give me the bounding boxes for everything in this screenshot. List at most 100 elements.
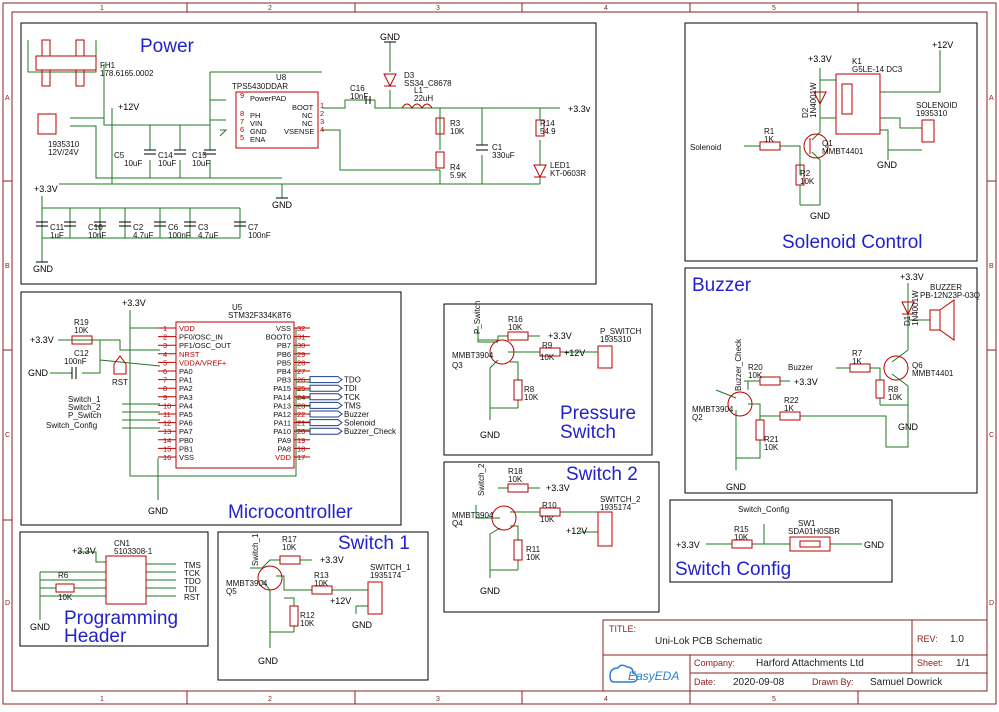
u8-pins: PowerPAD PH VIN GND ENA BOOT NC NC VSENS…: [240, 91, 324, 144]
zone-col-4: 4: [604, 5, 608, 12]
r19-val: 10K: [74, 326, 89, 335]
switch1-gnd: GND: [258, 656, 279, 666]
tb-drawn: Samuel Dowrick: [870, 677, 943, 688]
u8-num-9: 9: [240, 91, 244, 100]
switch2-conn-part: 1935174: [600, 503, 632, 512]
mcu-r19-v33: +3.3V: [30, 335, 54, 345]
r16-val: 10K: [508, 323, 523, 332]
u8-pin-ena: ENA: [250, 135, 265, 144]
r13-val: 10K: [314, 579, 329, 588]
r22-body: [779, 411, 801, 421]
solenoid-conn-part: 1935310: [916, 109, 948, 118]
cn1-part: 5103308-1: [114, 547, 153, 556]
switch-config-gnd: GND: [864, 540, 885, 550]
switch2-title: Switch 2: [566, 464, 638, 485]
c1-val: 330uF: [492, 151, 515, 160]
zone-row-d: D: [5, 600, 10, 607]
mcu-v33: +3.3V: [122, 298, 146, 308]
pressure-v12: +12V: [564, 348, 585, 358]
c14-val: 10uF: [158, 159, 176, 168]
zone-col-5-bottom: 5: [772, 696, 776, 703]
u8-pin-vsense: VSENSE: [284, 127, 314, 136]
buzzer-check-net: Buzzer_Check: [734, 338, 743, 391]
zone-col-1: 1: [100, 5, 104, 12]
r4-body: [435, 151, 445, 169]
c10-val: 10nF: [88, 231, 106, 240]
r20-val: 10K: [748, 371, 763, 380]
sw1-part: SDA01H0SBR: [788, 527, 840, 536]
d3-part: SS34_C8678: [404, 79, 452, 88]
u8-ref: U8: [276, 73, 287, 82]
zone-labels: 1 2 3 4 5 1 2 3 4 5 A B C D A B C D: [5, 5, 994, 703]
r18-body: [507, 483, 529, 493]
r11-val: 10K: [526, 553, 541, 562]
r8-val: 10K: [888, 393, 903, 402]
cn1-body: [105, 555, 147, 605]
tb-sheet: 1/1: [956, 658, 970, 669]
buzzer-title: Buzzer: [692, 275, 752, 296]
switch2-conn-body: [597, 511, 613, 547]
r11-body: [513, 539, 523, 561]
switch1-parts: [257, 555, 383, 627]
u5-net-flag-label: Buzzer_Check: [344, 427, 397, 436]
pressure-v33: +3.3V: [548, 331, 572, 341]
r8p-body: [513, 379, 523, 401]
r21-val: 10K: [764, 443, 779, 452]
r8-body: [875, 379, 885, 399]
r12-val: 10K: [300, 619, 315, 628]
schematic-sheet: 1 2 3 4 5 1 2 3 4 5 A B C D A B C D Powe…: [0, 0, 999, 707]
tb-date-label: Date:: [694, 677, 716, 687]
solenoid-v12: +12V: [932, 40, 953, 50]
zone-row-b: B: [5, 263, 10, 270]
r10-ref: R10: [542, 501, 557, 510]
solenoid-v33: +3.3V: [808, 54, 832, 64]
switch-config-title: Switch Config: [675, 559, 791, 580]
decoup-gnd: GND: [33, 264, 54, 274]
r14-val: 54.9: [540, 127, 556, 136]
c15-val: 10uF: [192, 159, 210, 168]
tb-title: Uni-Lok PCB Schematic: [655, 636, 762, 647]
switch1-conn-part: 1935174: [370, 571, 402, 580]
zone-col-3-bottom: 3: [436, 696, 440, 703]
c12-val: 100nF: [64, 357, 87, 366]
buzzer-box: [684, 267, 978, 494]
pressure-gnd: GND: [480, 430, 501, 440]
buzzer-part: PB-12N23P-03Q: [920, 291, 980, 300]
buzzer-gnd-2: GND: [726, 482, 747, 492]
u5-net-flag: [309, 427, 343, 435]
switch2-gnd: GND: [480, 586, 501, 596]
d1-part: 1N4001W: [911, 290, 920, 326]
u5-left-pins: VDD1PF0/OSC_IN2PF1/OSC_OUT3NRST4VDDA/VRE…: [158, 324, 232, 462]
u5-net-flags: TDOTDITCKTMSBuzzerSolenoidBuzzer_Check: [309, 376, 397, 436]
zone-col-2-bottom: 2: [268, 696, 272, 703]
q3-ref: Q3: [452, 361, 463, 370]
k1-part: G5LE-14 DC3: [852, 65, 903, 74]
d2-part: 1N4001W: [809, 82, 818, 118]
l1-val: 22uH: [414, 94, 433, 103]
r8p-val: 10K: [524, 393, 539, 402]
zone-col-3: 3: [436, 5, 440, 12]
mcu-rst-label: RST: [112, 378, 128, 387]
d3-body: [383, 73, 397, 88]
u8-num-5: 5: [240, 133, 244, 142]
pswitch-conn-body: [597, 345, 613, 369]
r17-val: 10K: [282, 543, 297, 552]
r4-val: 5.9K: [450, 171, 467, 180]
buzzer-body: [929, 309, 941, 331]
c6-val: 100nF: [168, 231, 191, 240]
u5-net-flag: [309, 376, 343, 384]
switch1-conn-body: [367, 581, 383, 615]
r6-body: [55, 583, 75, 593]
solenoid-gnd-1: GND: [877, 160, 898, 170]
q6-part: MMBT4401: [912, 369, 954, 378]
r3-val: 10K: [450, 127, 465, 136]
zone-row-c-right: C: [989, 432, 994, 439]
tb-drawn-label: Drawn By:: [812, 677, 854, 687]
tb-title-label: TITLE:: [609, 624, 636, 634]
led1-body: [533, 164, 547, 179]
r12-body: [289, 605, 299, 627]
u5-net-flag: [309, 410, 343, 418]
pressure-net-in: P_Switch: [473, 301, 482, 334]
zone-col-4-bottom: 4: [604, 696, 608, 703]
c7-val: 100nF: [248, 231, 271, 240]
